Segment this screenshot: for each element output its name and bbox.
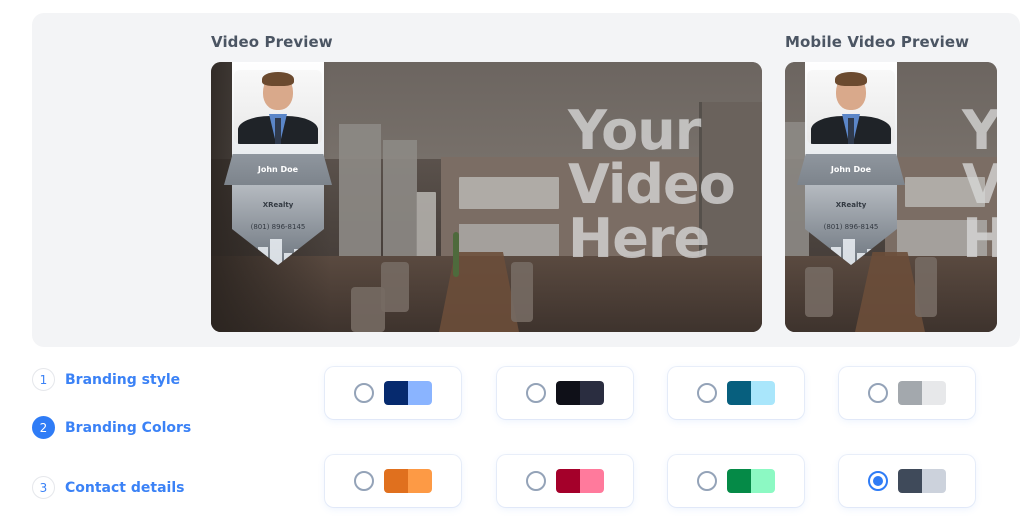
color-swatch — [556, 381, 604, 405]
color-option-teal-cyan[interactable] — [668, 367, 804, 419]
color-option-orange[interactable] — [325, 455, 461, 507]
skyline-graphic — [232, 235, 324, 265]
swatch-primary — [556, 381, 580, 405]
step-number-1: 1 — [32, 368, 55, 391]
swatch-primary — [556, 469, 580, 493]
color-swatch — [727, 381, 775, 405]
agent-phone: (801) 896-8145 — [250, 223, 306, 231]
radio-selected[interactable] — [868, 471, 888, 491]
swatch-primary — [384, 469, 408, 493]
color-swatch — [556, 469, 604, 493]
radio-unselected[interactable] — [697, 383, 717, 403]
mobile-video-placeholder-text: Y V H — [962, 99, 997, 270]
mobile-agent-photo — [807, 70, 895, 144]
mobile-agent-company: XRealty — [835, 201, 867, 209]
swatch-secondary — [922, 469, 946, 493]
color-option-navy-blue[interactable] — [325, 367, 461, 419]
agent-name: John Doe — [224, 154, 332, 185]
swatch-secondary — [751, 469, 775, 493]
swatch-primary — [727, 381, 751, 405]
video-preview-player[interactable]: Your Video Here John Doe XRealty (801) 8… — [211, 62, 762, 332]
swatch-secondary — [408, 381, 432, 405]
radio-unselected[interactable] — [868, 383, 888, 403]
color-option-crimson-pink[interactable] — [497, 455, 633, 507]
color-swatch — [727, 469, 775, 493]
swatch-secondary — [751, 381, 775, 405]
radio-unselected[interactable] — [354, 471, 374, 491]
agent-photo — [234, 70, 322, 144]
mobile-video-preview-player[interactable]: Y V H John Doe XRealty (801) 896-8145 — [785, 62, 997, 332]
mobile-video-preview-title: Mobile Video Preview — [785, 33, 970, 51]
mobile-skyline-graphic — [805, 235, 897, 265]
step-branding-style[interactable]: 1 Branding style — [32, 368, 180, 391]
color-option-green-mint[interactable] — [668, 455, 804, 507]
video-preview-title: Video Preview — [211, 33, 333, 51]
radio-unselected[interactable] — [697, 471, 717, 491]
mobile-agent-name: John Doe — [797, 154, 905, 185]
radio-unselected[interactable] — [526, 471, 546, 491]
mobile-agent-card-overlay: John Doe XRealty (801) 896-8145 — [797, 62, 905, 267]
swatch-primary — [384, 381, 408, 405]
color-swatch — [384, 381, 432, 405]
swatch-secondary — [580, 469, 604, 493]
agent-company: XRealty — [262, 201, 294, 209]
step-contact-details[interactable]: 3 Contact details — [32, 476, 184, 499]
step-number-2: 2 — [32, 416, 55, 439]
radio-unselected[interactable] — [354, 383, 374, 403]
color-option-black-slate[interactable] — [497, 367, 633, 419]
swatch-secondary — [922, 381, 946, 405]
swatch-secondary — [580, 381, 604, 405]
color-option-gray-light[interactable] — [839, 367, 975, 419]
video-placeholder-text: Your Video Here — [568, 99, 736, 270]
step-label: Branding style — [65, 371, 181, 388]
color-swatch — [898, 381, 946, 405]
step-label: Contact details — [65, 479, 185, 496]
step-number-3: 3 — [32, 476, 55, 499]
radio-unselected[interactable] — [526, 383, 546, 403]
color-swatch — [384, 469, 432, 493]
swatch-secondary — [408, 469, 432, 493]
swatch-primary — [898, 381, 922, 405]
swatch-primary — [898, 469, 922, 493]
agent-card-overlay: John Doe XRealty (801) 896-8145 — [224, 62, 332, 267]
color-swatch — [898, 469, 946, 493]
swatch-primary — [727, 469, 751, 493]
step-label: Branding Colors — [65, 419, 192, 436]
step-branding-colors[interactable]: 2 Branding Colors — [32, 416, 191, 439]
color-option-slate-gray[interactable] — [839, 455, 975, 507]
mobile-agent-phone: (801) 896-8145 — [823, 223, 879, 231]
